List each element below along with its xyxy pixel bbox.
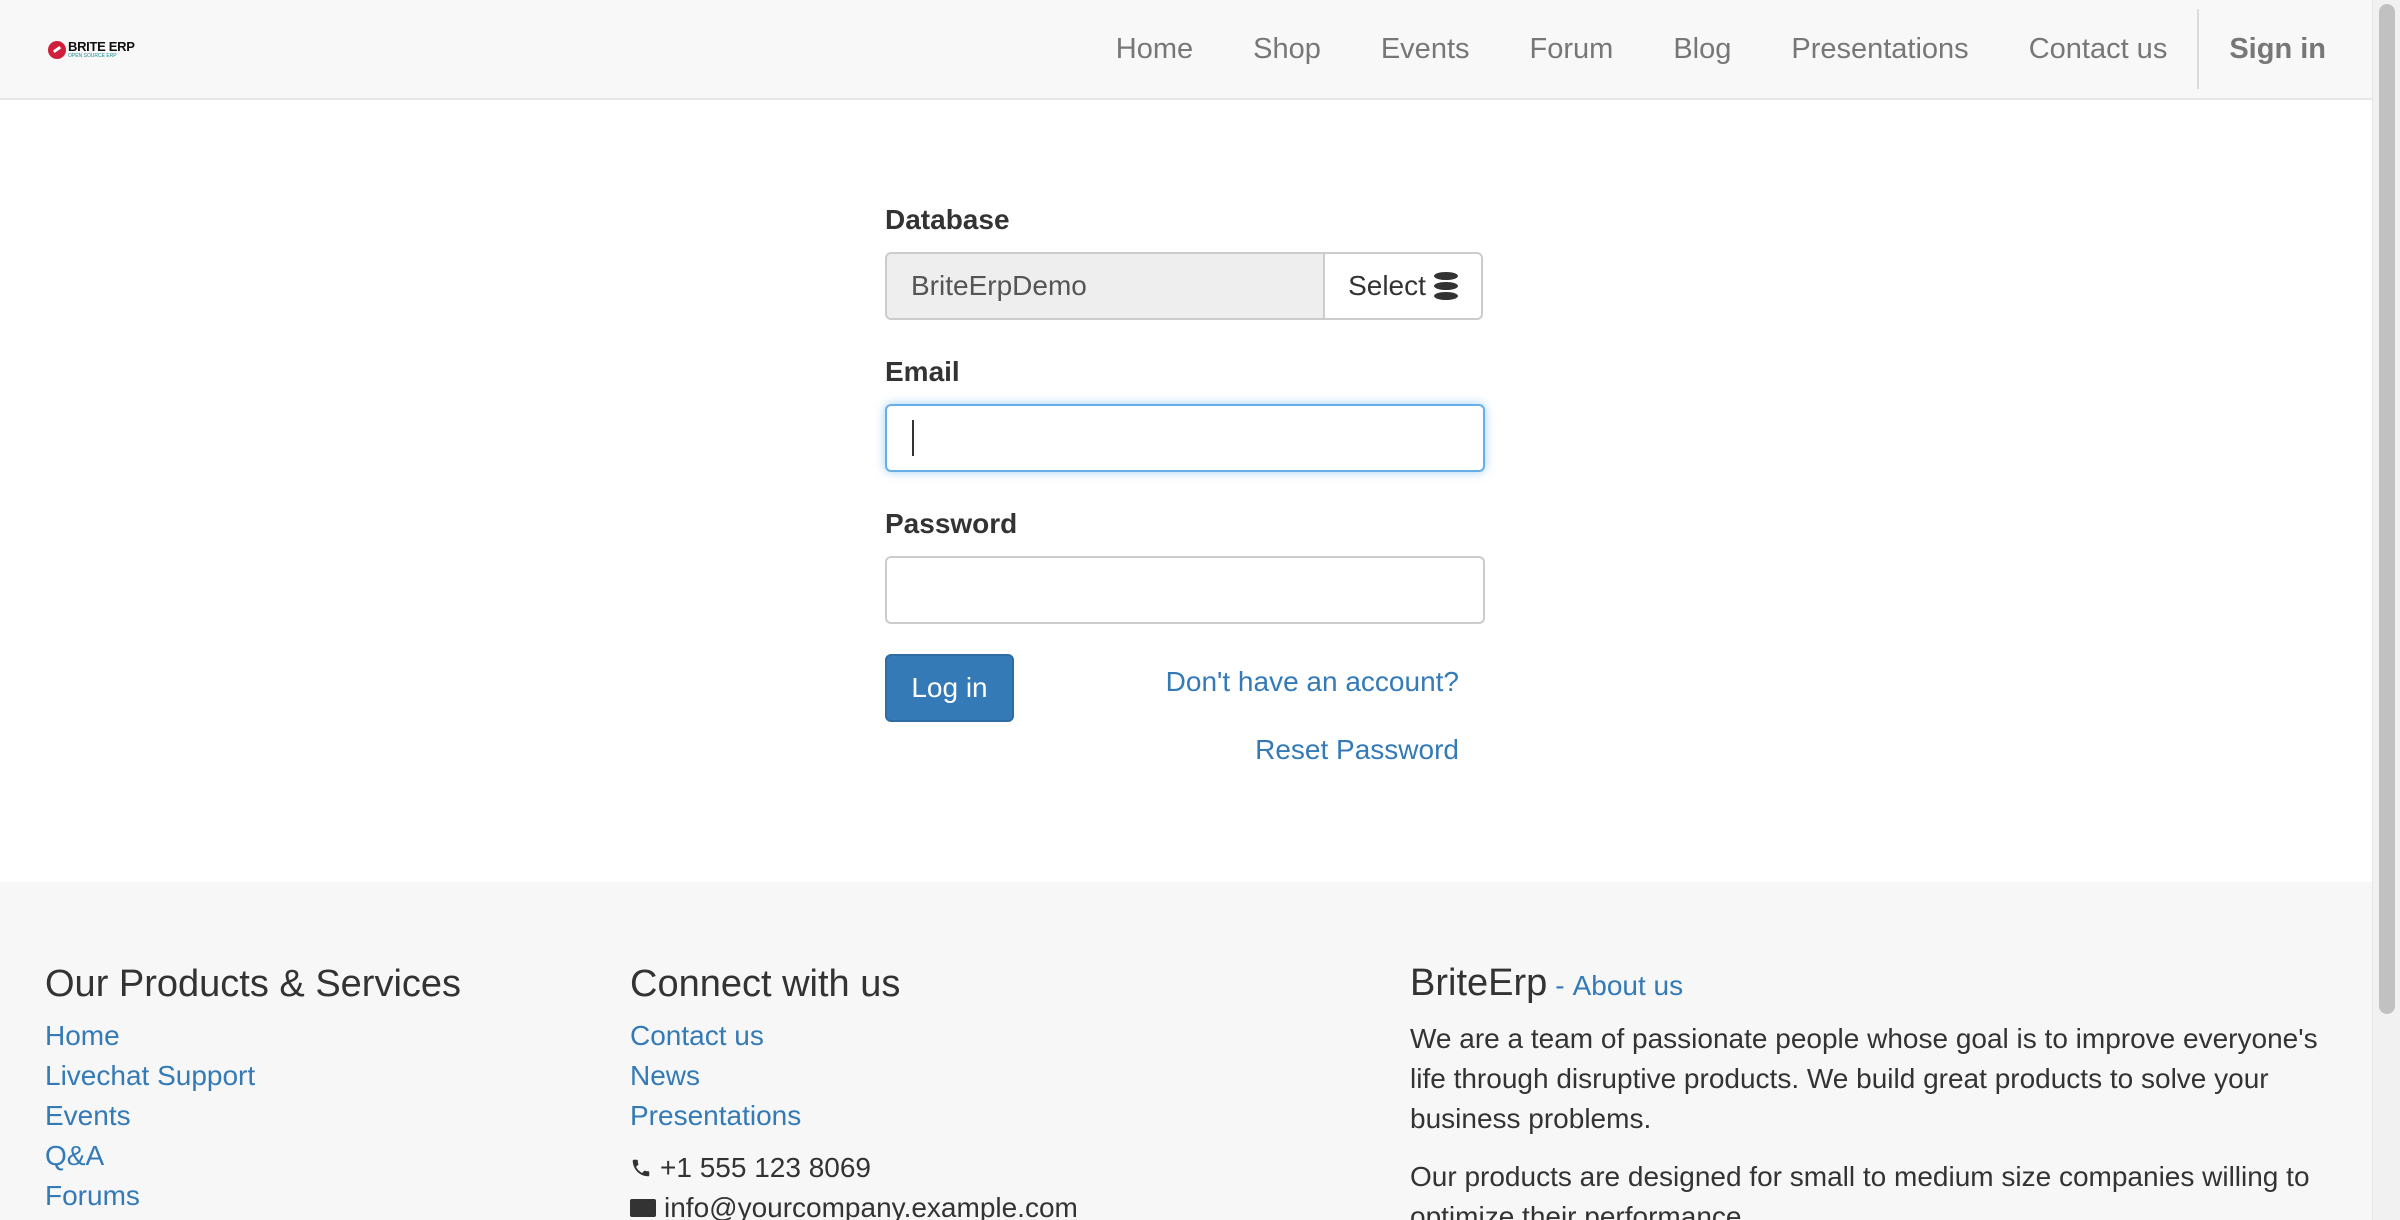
footer-link-events[interactable]: Events — [45, 1100, 131, 1131]
vertical-scrollbar[interactable] — [2372, 0, 2400, 1220]
database-group: BriteErpDemo Select — [885, 252, 1485, 320]
signup-link[interactable]: Don't have an account? — [1166, 666, 1459, 698]
footer-products-list: Home Livechat Support Events Q&A Forums — [45, 1016, 461, 1216]
select-database-label: Select — [1348, 270, 1426, 301]
reset-password-link[interactable]: Reset Password — [1255, 734, 1459, 766]
footer-link-contact-us[interactable]: Contact us — [630, 1020, 764, 1051]
form-actions: Log in Don't have an account? Reset Pass… — [885, 654, 1485, 794]
email-address[interactable]: info@yourcompany.example.com — [664, 1188, 1078, 1220]
email-label: Email — [885, 356, 960, 387]
password-label: Password — [885, 508, 1018, 539]
list-item: Livechat Support — [45, 1056, 461, 1096]
footer-connect-column: Connect with us Contact us News Presenta… — [630, 962, 1078, 1220]
logo-mark-icon — [48, 40, 66, 59]
main-nav: Home Shop Events Forum Blog Presentation… — [1086, 0, 2372, 98]
log-in-button[interactable]: Log in — [885, 654, 1014, 722]
page: BRITE ERP OPEN SOURCE ERP Home Shop Even… — [0, 0, 2372, 1220]
logo-word: BRITE ERP — [68, 39, 135, 54]
list-item: News — [630, 1056, 1078, 1096]
footer-about-heading: BriteErp - About us — [1410, 962, 2340, 1005]
phone-icon — [632, 1159, 650, 1176]
nav-item-home[interactable]: Home — [1086, 0, 1223, 98]
nav-item-presentations[interactable]: Presentations — [1761, 0, 1998, 98]
footer-connect-list: Contact us News Presentations — [630, 1016, 1078, 1136]
list-item: Presentations — [630, 1096, 1078, 1136]
nav-item-shop[interactable]: Shop — [1223, 0, 1351, 98]
about-us-link[interactable]: About us — [1573, 970, 1684, 1002]
footer-about-separator: - — [1555, 970, 1565, 1001]
footer-link-presentations[interactable]: Presentations — [630, 1100, 801, 1131]
email-field[interactable] — [885, 404, 1485, 472]
footer: Our Products & Services Home Livechat Su… — [0, 882, 2372, 1220]
scrollbar-thumb[interactable] — [2379, 4, 2395, 1014]
footer-about-paragraph-2: Our products are designed for small to m… — [1410, 1161, 2310, 1220]
brand-logo[interactable]: BRITE ERP OPEN SOURCE ERP — [48, 40, 135, 59]
footer-link-livechat-support[interactable]: Livechat Support — [45, 1060, 255, 1091]
email-field-wrapper — [885, 404, 1485, 472]
footer-email: info@yourcompany.example.com — [630, 1188, 1078, 1220]
login-form: Database BriteErpDemo Select Email Passw… — [885, 200, 1485, 794]
footer-about-column: BriteErp - About us We are a team of pas… — [1410, 962, 2340, 1220]
footer-products-title: Our Products & Services — [45, 963, 462, 1005]
footer-phone: +1 555 123 8069 — [630, 1148, 1078, 1188]
list-item: Contact us — [630, 1016, 1078, 1056]
footer-about-title: BriteErp — [1410, 962, 1548, 1004]
nav-item-contact-us[interactable]: Contact us — [1999, 0, 2198, 98]
nav-item-blog[interactable]: Blog — [1643, 0, 1761, 98]
footer-link-qa[interactable]: Q&A — [45, 1140, 104, 1171]
database-label: Database — [885, 204, 1010, 235]
database-field: BriteErpDemo — [885, 252, 1323, 320]
footer-link-forums[interactable]: Forums — [45, 1180, 140, 1211]
nav-item-forum[interactable]: Forum — [1500, 0, 1644, 98]
logo-text: BRITE ERP OPEN SOURCE ERP — [68, 40, 135, 59]
list-item: Home — [45, 1016, 461, 1056]
footer-products-column: Our Products & Services Home Livechat Su… — [45, 962, 461, 1216]
sign-in-link[interactable]: Sign in — [2199, 0, 2372, 98]
text-caret — [912, 420, 914, 456]
list-item: Q&A — [45, 1136, 461, 1176]
envelope-icon — [630, 1198, 656, 1217]
footer-link-news[interactable]: News — [630, 1060, 700, 1091]
select-database-button[interactable]: Select — [1323, 252, 1483, 320]
password-field[interactable] — [885, 556, 1485, 624]
top-navbar: BRITE ERP OPEN SOURCE ERP Home Shop Even… — [0, 0, 2372, 100]
nav-item-events[interactable]: Events — [1351, 0, 1500, 98]
footer-about-paragraph-1: We are a team of passionate people whose… — [1410, 1023, 2318, 1134]
phone-number: +1 555 123 8069 — [660, 1151, 871, 1183]
list-item: Forums — [45, 1176, 461, 1216]
database-icon — [1433, 272, 1458, 300]
footer-connect-title: Connect with us — [630, 963, 901, 1005]
logo-tagline: OPEN SOURCE ERP — [68, 53, 117, 59]
list-item: Events — [45, 1096, 461, 1136]
footer-link-home[interactable]: Home — [45, 1020, 120, 1051]
